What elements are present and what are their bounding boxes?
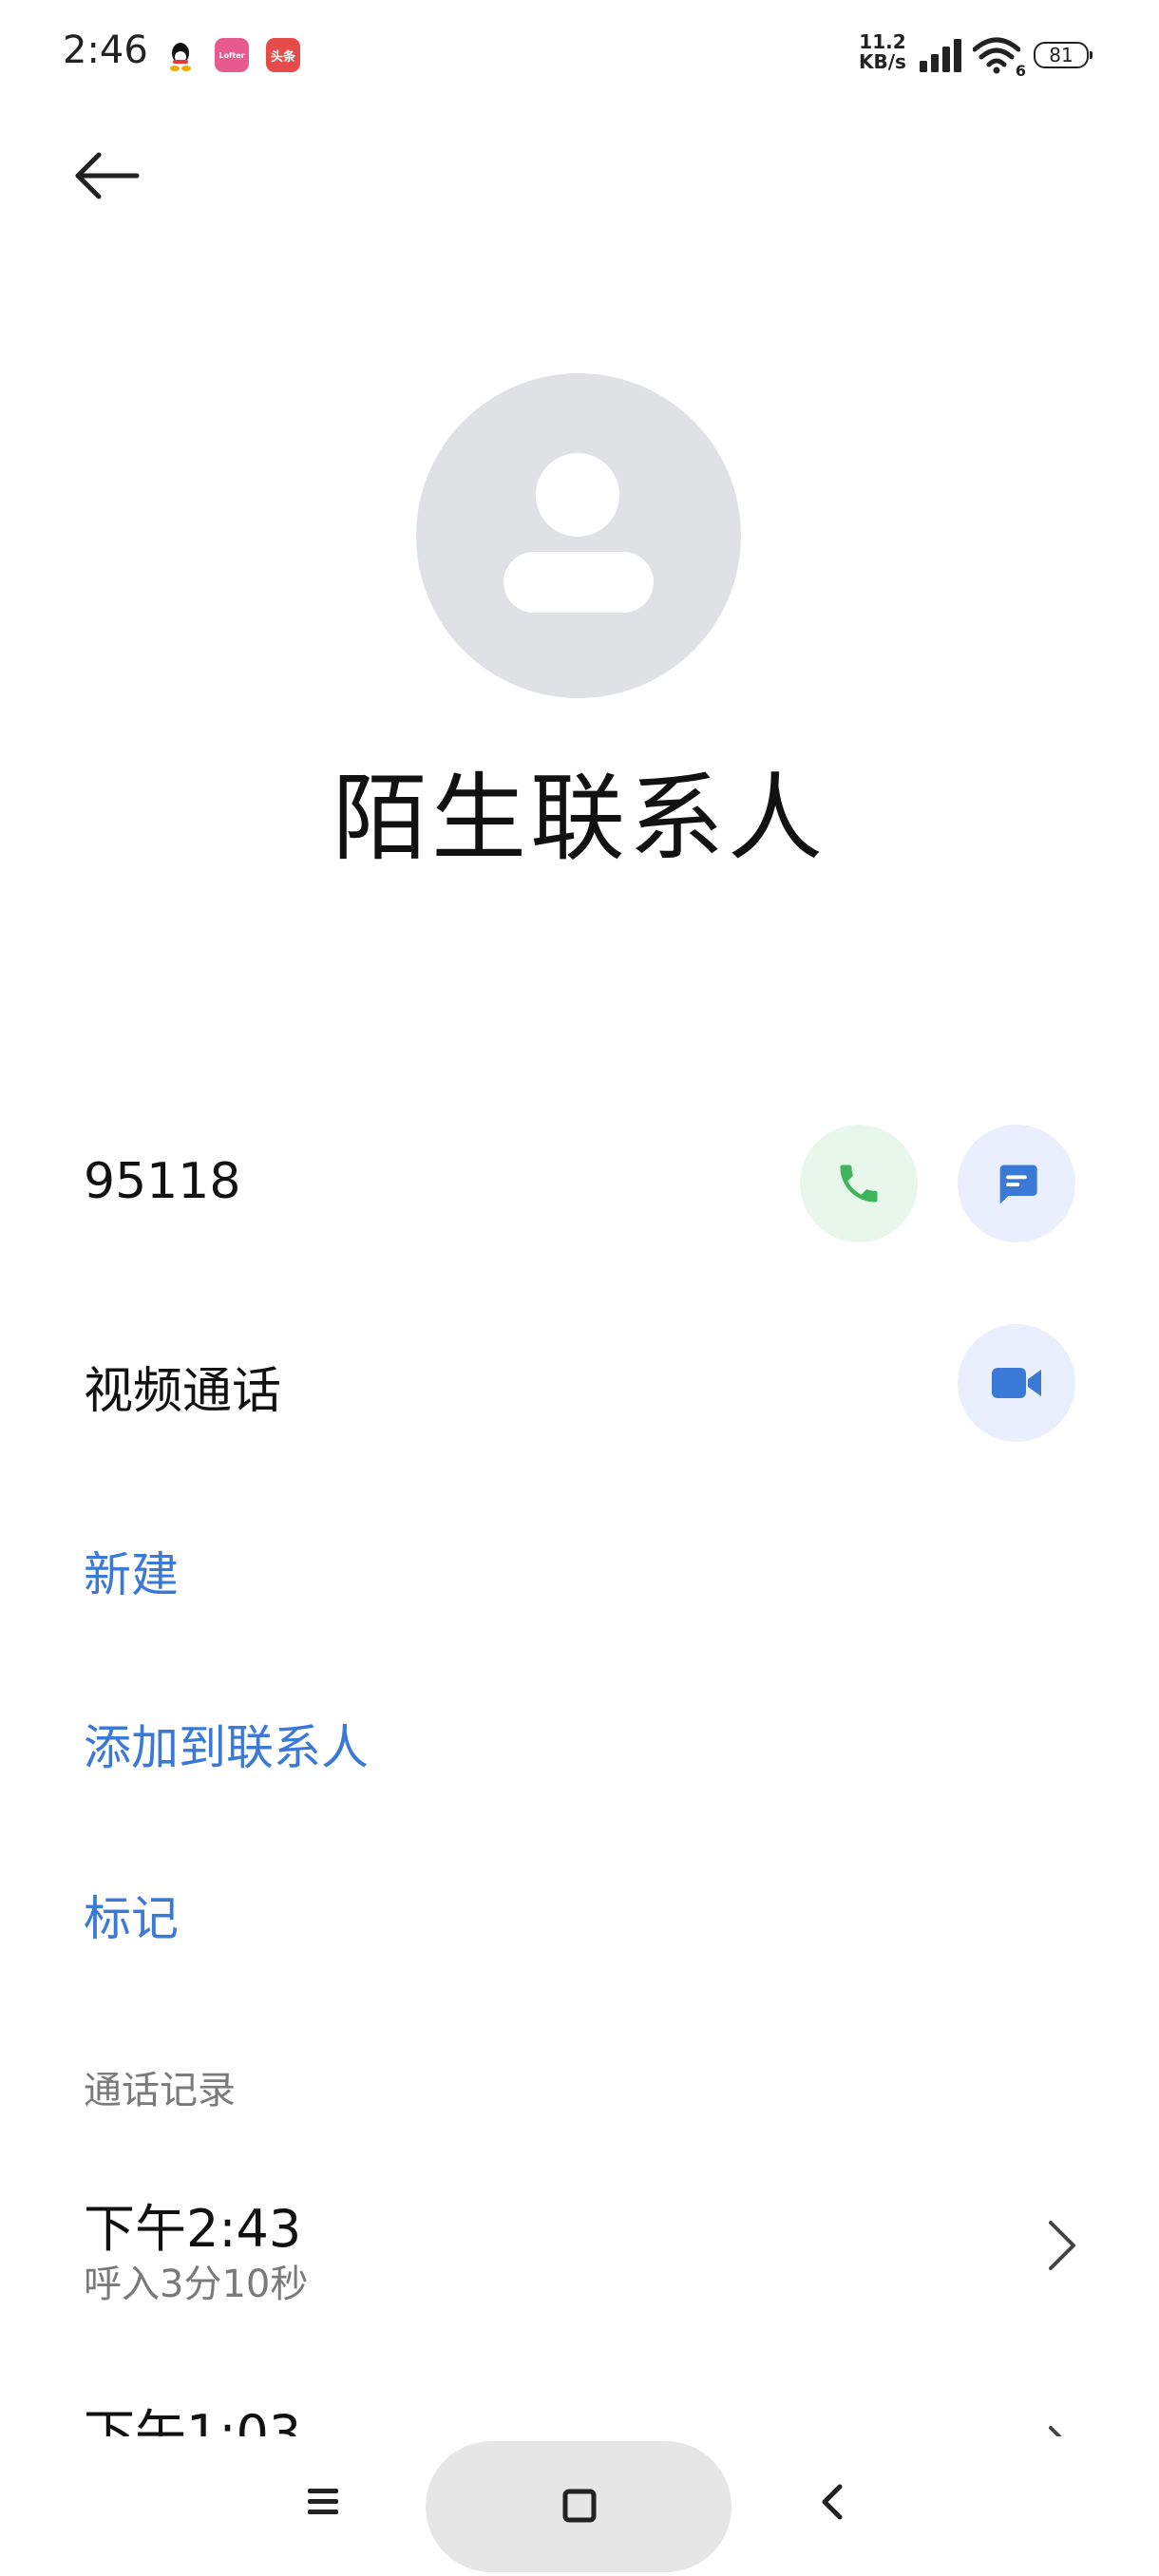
video-call-label[interactable]: 视频通话 (84, 1351, 281, 1422)
nav-back-button[interactable] (815, 2481, 849, 2527)
wifi-badge: 6 (1015, 62, 1026, 80)
menu-button[interactable] (304, 2483, 348, 2521)
call-log-title: 通话记录 (84, 2069, 236, 2112)
message-icon (999, 1165, 1037, 1204)
back-button[interactable] (66, 142, 142, 209)
call-button[interactable] (800, 1125, 918, 1242)
lofter-icon-label: Lofter (218, 50, 245, 60)
video-camera-icon (992, 1368, 1041, 1398)
network-speed-value: 11.2 (859, 30, 906, 53)
lofter-icon: Lofter (215, 38, 249, 72)
new-contact-action[interactable]: 新建 (84, 1537, 179, 1605)
call-log-time: 下午2:43 (84, 2199, 302, 2259)
phone-icon (840, 1165, 878, 1203)
mark-action[interactable]: 标记 (84, 1881, 179, 1949)
contact-name: 陌生联系人 (332, 763, 826, 874)
toutiao-icon-label: 头条 (270, 49, 295, 65)
call-log-item[interactable]: 下午1:03 (0, 2371, 1159, 2437)
person-placeholder-icon (536, 453, 619, 537)
chevron-right-icon (1049, 2426, 1063, 2437)
contact-avatar (416, 373, 741, 698)
qq-icon (163, 38, 198, 72)
network-speed-unit: KB/s (859, 50, 906, 73)
phone-number[interactable]: 95118 (84, 1153, 240, 1210)
toutiao-icon: 头条 (266, 38, 300, 72)
battery-icon: 81 (1034, 42, 1092, 68)
add-to-contacts-action[interactable]: 添加到联系人 (84, 1710, 369, 1778)
video-call-button[interactable] (958, 1324, 1075, 1442)
person-placeholder-body (504, 552, 654, 613)
cellular-signal-icon (920, 38, 963, 76)
menu-icon (308, 2489, 338, 2514)
status-time: 2:46 (63, 28, 148, 72)
call-log-detail: 呼入3分10秒 (84, 2263, 309, 2306)
home-square-icon (561, 2488, 598, 2528)
call-log-item[interactable]: 下午2:43 呼入3分10秒 (0, 2166, 1159, 2308)
network-speed: 11.2 KB/s (859, 32, 906, 72)
message-button[interactable] (958, 1125, 1075, 1242)
back-chevron-icon (822, 2484, 843, 2520)
wifi-icon: 6 (972, 36, 1026, 80)
chevron-right-icon (1049, 2221, 1075, 2270)
back-arrow-icon (75, 152, 140, 199)
call-log-time: 下午1:03 (84, 2404, 302, 2437)
